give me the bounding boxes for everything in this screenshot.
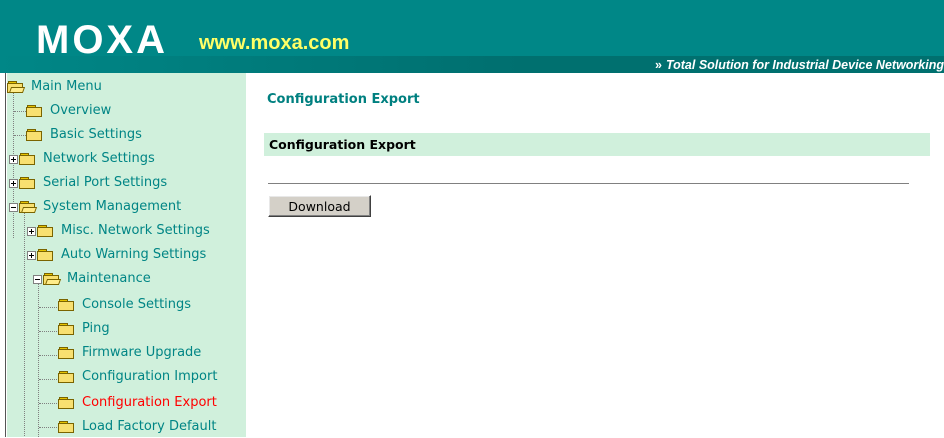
expand-plus-icon[interactable]	[27, 250, 36, 260]
tree-line	[39, 427, 57, 428]
tree-line	[39, 379, 57, 380]
sidebar-item-label: Misc. Network Settings	[61, 223, 210, 238]
sidebar-item-serial-port-settings[interactable]: Serial Port Settings	[9, 172, 167, 194]
folder-icon	[37, 248, 55, 262]
folder-icon	[19, 152, 37, 166]
sidebar-item-label: Load Factory Default	[82, 419, 217, 434]
sidebar-item-label: Serial Port Settings	[43, 175, 168, 190]
sidebar-item-label: Configuration Export	[82, 395, 217, 410]
moxa-url: www.moxa.com	[199, 32, 350, 54]
section-title: Configuration Export	[269, 137, 416, 152]
folder-icon	[26, 128, 44, 142]
sidebar-item-configuration-export[interactable]: Configuration Export	[58, 392, 217, 414]
sidebar-item-label: Basic Settings	[50, 127, 142, 142]
folder-icon	[58, 322, 76, 336]
sidebar-item-configuration-import[interactable]: Configuration Import	[58, 366, 217, 388]
sidebar-item-ping[interactable]: Ping	[58, 318, 110, 340]
sidebar-item-basic-settings[interactable]: Basic Settings	[26, 124, 142, 146]
double-chevron-icon: »	[655, 58, 662, 72]
tree-line	[14, 135, 26, 136]
open-folder-icon	[19, 200, 37, 214]
sidebar-item-label: Main Menu	[31, 79, 102, 94]
page-title: Configuration Export	[267, 92, 420, 107]
folder-icon	[37, 224, 55, 238]
sidebar-item-label: Ping	[82, 321, 110, 336]
expand-plus-icon[interactable]	[9, 154, 18, 164]
collapse-minus-icon[interactable]	[9, 202, 18, 212]
folder-icon	[58, 420, 76, 434]
folder-icon	[58, 370, 76, 384]
expand-plus-icon[interactable]	[27, 226, 36, 236]
section-header: Configuration Export	[264, 133, 930, 156]
tree-line	[39, 355, 57, 356]
download-button[interactable]: Download	[268, 195, 371, 217]
sidebar-item-label: Maintenance	[67, 271, 151, 286]
folder-icon	[26, 104, 44, 118]
divider	[268, 183, 909, 185]
collapse-minus-icon[interactable]	[33, 274, 42, 284]
sidebar-item-label: Configuration Import	[82, 369, 218, 384]
sidebar-item-misc-network-settings[interactable]: Misc. Network Settings	[27, 220, 210, 242]
left-frame-edge	[0, 73, 6, 437]
sidebar-item-label: Firmware Upgrade	[82, 345, 202, 360]
tree-line	[39, 307, 57, 308]
folder-icon	[19, 176, 37, 190]
sidebar-tree-menu: Main Menu Overview Basic Settings Networ…	[7, 73, 246, 437]
sidebar-item-label: Overview	[50, 103, 112, 118]
folder-icon	[58, 346, 76, 360]
tagline-text: Total Solution for Industrial Device Net…	[665, 58, 944, 72]
sidebar-item-label: System Management	[43, 199, 182, 214]
tree-line	[39, 403, 57, 404]
tree-line	[39, 331, 57, 332]
tree-line	[24, 212, 25, 436]
open-folder-icon	[7, 80, 25, 94]
sidebar-item-label: Console Settings	[82, 297, 192, 312]
moxa-logo: MOXA	[36, 18, 168, 62]
header-banner: MOXA www.moxa.com » Total Solution for In…	[0, 0, 944, 73]
open-folder-icon	[43, 272, 61, 286]
folder-icon	[58, 298, 76, 312]
sidebar-item-firmware-upgrade[interactable]: Firmware Upgrade	[58, 342, 201, 364]
folder-icon	[58, 396, 76, 410]
sidebar-item-main-menu[interactable]: Main Menu	[7, 76, 102, 98]
sidebar-item-label: Auto Warning Settings	[61, 247, 207, 262]
sidebar-item-auto-warning-settings[interactable]: Auto Warning Settings	[27, 244, 206, 266]
sidebar-item-maintenance[interactable]: Maintenance	[33, 268, 151, 290]
sidebar-item-network-settings[interactable]: Network Settings	[9, 148, 155, 170]
sidebar-item-load-factory-default[interactable]: Load Factory Default	[58, 416, 216, 438]
sidebar-item-overview[interactable]: Overview	[26, 100, 111, 122]
tree-line	[14, 111, 26, 112]
expand-plus-icon[interactable]	[9, 178, 18, 188]
header-tagline: » Total Solution for Industrial Device Ne…	[655, 57, 944, 73]
sidebar-item-system-management[interactable]: System Management	[9, 196, 181, 218]
sidebar-item-label: Network Settings	[43, 151, 155, 166]
sidebar-item-console-settings[interactable]: Console Settings	[58, 294, 191, 316]
